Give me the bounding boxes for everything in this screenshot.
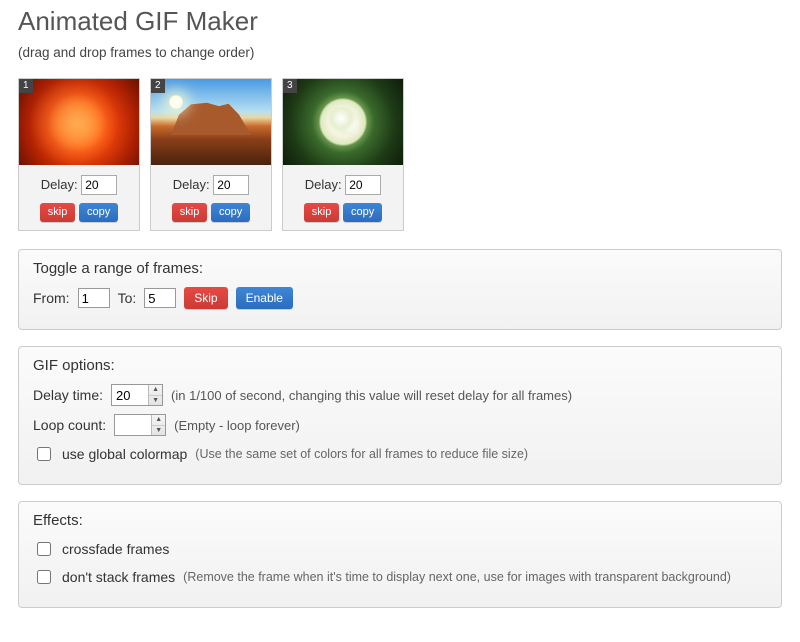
- frame-thumbnail[interactable]: 1: [19, 79, 139, 165]
- global-colormap-label: use global colormap: [62, 446, 187, 462]
- frame-delay-input[interactable]: [81, 175, 117, 195]
- frame-controls: Delay: skip copy: [151, 165, 271, 230]
- delay-time-hint: (in 1/100 of second, changing this value…: [171, 388, 572, 403]
- spinner-down-icon[interactable]: ▼: [152, 426, 165, 436]
- frame-delay-input[interactable]: [345, 175, 381, 195]
- frame-item[interactable]: 2 Delay: skip copy: [150, 78, 272, 231]
- crossfade-label: crossfade frames: [62, 541, 169, 557]
- frame-delay-label: Delay:: [173, 177, 210, 192]
- page-title: Animated GIF Maker: [18, 6, 782, 37]
- spinner-up-icon[interactable]: ▲: [149, 385, 162, 396]
- frames-row: 1 Delay: skip copy 2 Delay: skip copy 3: [18, 78, 782, 231]
- global-colormap-checkbox[interactable]: [37, 447, 51, 461]
- frame-skip-button[interactable]: skip: [304, 203, 340, 222]
- loop-count-spinner[interactable]: ▲ ▼: [114, 414, 166, 436]
- crossfade-checkbox[interactable]: [37, 542, 51, 556]
- frame-thumbnail[interactable]: 3: [283, 79, 403, 165]
- dont-stack-hint: (Remove the frame when it's time to disp…: [183, 570, 731, 584]
- frame-index-badge: 1: [19, 79, 33, 93]
- toggle-enable-button[interactable]: Enable: [236, 287, 293, 309]
- frame-controls: Delay: skip copy: [19, 165, 139, 230]
- frame-skip-button[interactable]: skip: [172, 203, 208, 222]
- frame-skip-button[interactable]: skip: [40, 203, 76, 222]
- global-colormap-hint: (Use the same set of colors for all fram…: [195, 447, 528, 461]
- toggle-range-title: Toggle a range of frames:: [33, 260, 767, 277]
- frame-index-badge: 3: [283, 79, 297, 93]
- frame-copy-button[interactable]: copy: [211, 203, 250, 222]
- frame-copy-button[interactable]: copy: [79, 203, 118, 222]
- dont-stack-checkbox[interactable]: [37, 570, 51, 584]
- frame-delay-label: Delay:: [305, 177, 342, 192]
- frame-thumbnail[interactable]: 2: [151, 79, 271, 165]
- toggle-from-label: From:: [33, 290, 70, 306]
- frame-delay-input[interactable]: [213, 175, 249, 195]
- frame-controls: Delay: skip copy: [283, 165, 403, 230]
- toggle-to-input[interactable]: [144, 288, 176, 308]
- effects-panel: Effects: crossfade frames don't stack fr…: [18, 501, 782, 608]
- loop-count-label: Loop count:: [33, 417, 106, 433]
- delay-time-input[interactable]: [112, 385, 148, 405]
- page-subtitle: (drag and drop frames to change order): [18, 45, 782, 60]
- loop-count-input[interactable]: [115, 415, 151, 435]
- toggle-to-label: To:: [118, 290, 137, 306]
- delay-time-label: Delay time:: [33, 387, 103, 403]
- frame-copy-button[interactable]: copy: [343, 203, 382, 222]
- frame-index-badge: 2: [151, 79, 165, 93]
- frame-delay-label: Delay:: [41, 177, 78, 192]
- frame-item[interactable]: 1 Delay: skip copy: [18, 78, 140, 231]
- dont-stack-label: don't stack frames: [62, 569, 175, 585]
- gif-options-title: GIF options:: [33, 357, 767, 374]
- frame-item[interactable]: 3 Delay: skip copy: [282, 78, 404, 231]
- toggle-skip-button[interactable]: Skip: [184, 287, 227, 309]
- spinner-up-icon[interactable]: ▲: [152, 415, 165, 426]
- toggle-from-input[interactable]: [78, 288, 110, 308]
- delay-time-spinner[interactable]: ▲ ▼: [111, 384, 163, 406]
- gif-options-panel: GIF options: Delay time: ▲ ▼ (in 1/100 o…: [18, 346, 782, 485]
- effects-title: Effects:: [33, 512, 767, 529]
- loop-count-hint: (Empty - loop forever): [174, 418, 300, 433]
- toggle-range-panel: Toggle a range of frames: From: To: Skip…: [18, 249, 782, 330]
- spinner-down-icon[interactable]: ▼: [149, 396, 162, 406]
